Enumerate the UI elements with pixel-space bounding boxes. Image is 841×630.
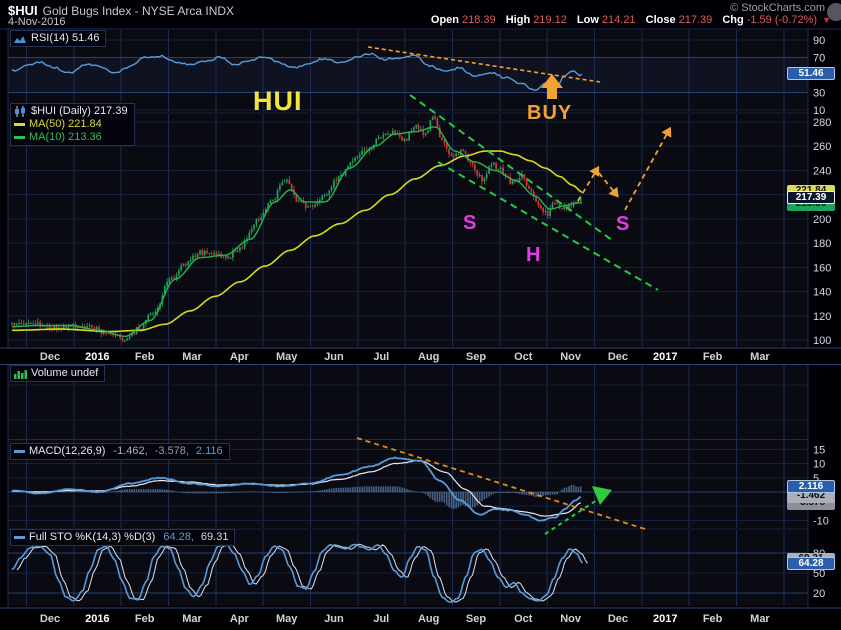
axis-tick-label: 10 (813, 459, 825, 471)
month-label: Mar (750, 613, 770, 625)
month-label: Dec (40, 613, 60, 625)
month-label: Mar (750, 351, 770, 363)
annotation-h: H (526, 244, 541, 266)
month-label: May (276, 351, 298, 363)
annotation-s2: S (616, 213, 630, 235)
month-label: Jun (324, 613, 344, 625)
month-label: 2016 (85, 613, 109, 625)
month-label: Sep (466, 613, 486, 625)
month-label: Aug (418, 613, 439, 625)
axis-tick-label: 90 (813, 35, 825, 47)
month-label: Nov (560, 613, 582, 625)
month-label: Mar (182, 613, 202, 625)
axis-tick-label: 15 (813, 444, 825, 456)
axis-tick-label: 10 (813, 105, 825, 117)
month-label: Aug (418, 351, 439, 363)
axis-tick-label: 180 (813, 238, 831, 250)
stockcharts-chart-image: Dec Dec 2016 2016 Feb Feb Mar Mar Apr Apr May May Ju… (0, 0, 841, 630)
axis-tick-label: -10 (813, 515, 829, 527)
month-label: Apr (230, 351, 250, 363)
ohlc-quote-bar: Open 218.39 High 219.12 Low 214.21 Close 217… (424, 14, 831, 26)
change-label: Chg (722, 14, 744, 26)
macd-value-3: 2.116 (195, 445, 223, 457)
axis-tick-label: 260 (813, 141, 831, 153)
annotation-s1: S (463, 212, 477, 234)
ma10-legend-label: MA(10) 213.36 (29, 131, 102, 143)
stochastic-legend-label: Full STO %K(14,3) %D(3) (29, 531, 156, 543)
open-label: Open (430, 14, 460, 26)
price-legend-label: $HUI (Daily) 217.39 (31, 105, 128, 117)
macd-legend: MACD(12,26,9) -1.462, -3.578, 2.116 (10, 443, 230, 460)
month-label: Feb (135, 351, 155, 363)
down-triangle-icon: ▼ (822, 15, 831, 25)
high-value: 219.12 (533, 14, 567, 26)
ma50-legend-label: MA(50) 221.84 (29, 118, 102, 130)
month-label: May (276, 613, 298, 625)
month-label: Feb (703, 613, 723, 625)
month-label: Oct (514, 613, 533, 625)
line-chart-icon (14, 35, 26, 43)
macd-line-icon (14, 450, 25, 453)
axis-tick-label: 240 (813, 165, 831, 177)
close-label: Close (645, 14, 676, 26)
month-label: Jun (324, 351, 344, 363)
macd-legend-label: MACD(12,26,9) (29, 445, 106, 457)
axis-tick-label: 160 (813, 262, 831, 274)
month-label: Sep (466, 351, 486, 363)
month-label: Feb (135, 613, 155, 625)
annotation-hui: HUI (253, 86, 303, 116)
axis-tick-label: 140 (813, 287, 831, 299)
macd-histogram-tag: 2.116 (787, 480, 835, 493)
rsi-legend: RSI(14) 51.46 (10, 30, 107, 47)
macd-value-1: -1.462, (113, 445, 148, 457)
month-label: Dec (608, 351, 628, 363)
close-value: 217.39 (678, 14, 713, 26)
month-label: Nov (560, 351, 582, 363)
ma10-line-icon (14, 136, 25, 139)
stochastic-value-k: 64.28, (163, 531, 194, 543)
month-label: 2016 (85, 351, 109, 363)
last-price-tag: 217.39 (787, 191, 835, 204)
candlestick-icon (15, 106, 25, 117)
price-legend: $HUI (Daily) 217.39 MA(50) 221.84 MA(10)… (10, 103, 135, 146)
copyright: © StockCharts.com (730, 2, 825, 14)
axis-tick-label: 200 (813, 214, 831, 226)
stochastic-legend: Full STO %K(14,3) %D(3) 64.28, 69.31 (10, 529, 236, 546)
stochastic-line-icon (14, 536, 25, 539)
month-label: Jul (373, 613, 389, 625)
high-label: High (505, 14, 531, 26)
volume-bars-icon (14, 369, 27, 379)
month-label: Jul (373, 351, 389, 363)
axis-tick-label: 30 (813, 88, 825, 100)
month-label: Dec (608, 613, 628, 625)
axis-tick-label: 70 (813, 53, 825, 65)
month-label: Dec (40, 351, 60, 363)
stochastic-k-tag: 64.28 (787, 557, 835, 570)
month-label: Mar (182, 351, 202, 363)
page-title: Gold Bugs Index - NYSE Arca INDX (42, 4, 235, 18)
ma50-line-icon (14, 123, 25, 126)
month-label: Apr (230, 613, 250, 625)
month-label: Oct (514, 351, 533, 363)
annotation-buy: BUY (527, 102, 572, 124)
macd-value-2: -3.578, (154, 445, 189, 457)
axis-tick-label: 100 (813, 335, 831, 347)
month-label: 2017 (653, 351, 677, 363)
volume-legend: Volume undef (10, 365, 106, 382)
open-value: 218.39 (462, 14, 496, 26)
rsi-value-tag: 51.46 (787, 67, 835, 80)
axis-tick-label: 20 (813, 588, 825, 600)
axis-tick-label: 280 (813, 117, 831, 129)
volume-legend-label: Volume undef (31, 367, 99, 379)
stochastic-value-d: 69.31 (200, 531, 229, 543)
low-value: 214.21 (601, 14, 636, 26)
low-label: Low (576, 14, 599, 26)
chart-date: 4-Nov-2016 (8, 16, 66, 28)
axis-tick-label: 120 (813, 311, 831, 323)
change-value: -1.59 (-0.72%) (746, 14, 818, 26)
month-label: 2017 (653, 613, 677, 625)
month-label: Feb (703, 351, 723, 363)
rsi-legend-label: RSI(14) 51.46 (31, 32, 100, 44)
